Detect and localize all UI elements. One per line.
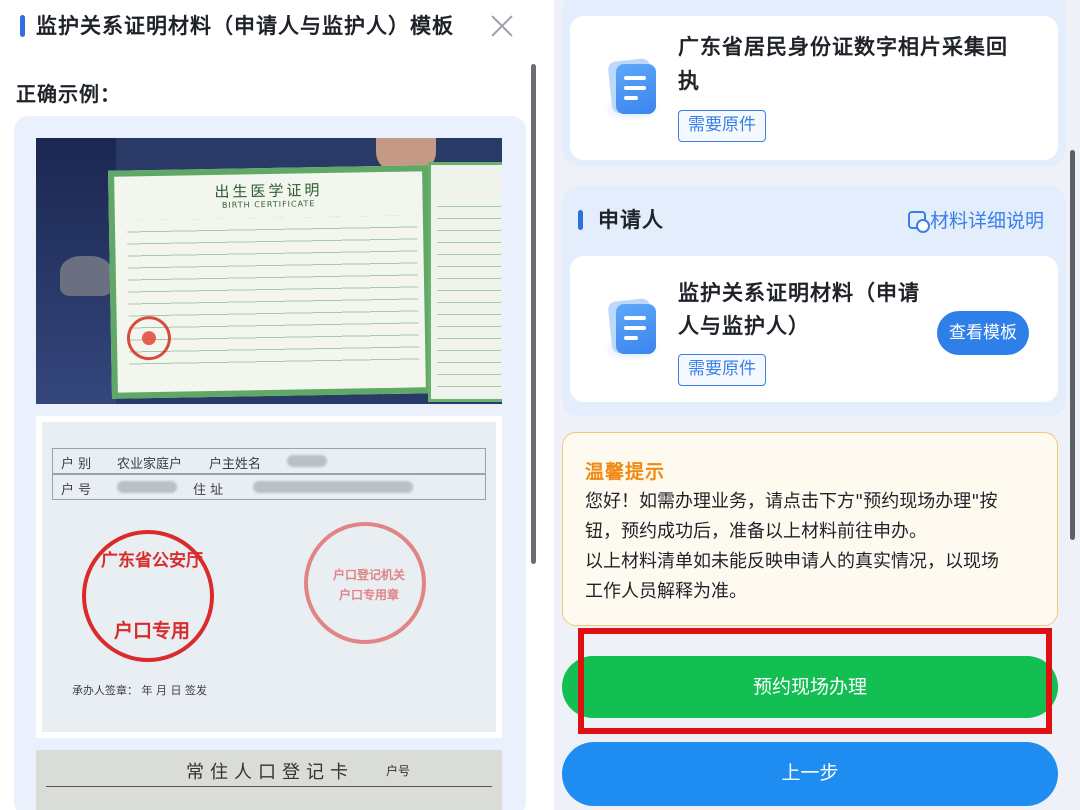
blurred-address bbox=[253, 481, 413, 493]
registration-card-number-label: 户号 bbox=[386, 764, 411, 778]
certificate-document: 出生医学证明 BIRTH CERTIFICATE bbox=[108, 165, 502, 399]
preview-header: 监护关系证明材料（申请人与监护人）模板 bbox=[0, 0, 540, 56]
left-scrollbar[interactable] bbox=[531, 64, 536, 564]
registration-card-line bbox=[46, 786, 492, 787]
hukou-footer: 承办人签章： 年 月 日 签发 bbox=[72, 684, 207, 697]
right-scrollbar[interactable] bbox=[1070, 150, 1075, 540]
preview-title: 监护关系证明材料（申请人与监护人）模板 bbox=[36, 14, 454, 38]
materials-panel: 广东省居民身份证数字相片采集回 执 需要原件 申请人 材料详细说明 监护关系证明… bbox=[554, 0, 1080, 810]
example-label: 正确示例： bbox=[16, 82, 121, 106]
certificate-lines bbox=[126, 215, 420, 371]
stamp-left-line1: 广东省公安厅 bbox=[101, 551, 203, 571]
badge-shape bbox=[60, 256, 112, 296]
hukou-label-type: 户 别 bbox=[61, 457, 92, 472]
document-icon bbox=[600, 56, 662, 122]
material-detail-link[interactable]: 材料详细说明 bbox=[908, 206, 1044, 233]
view-template-button[interactable]: 查看模板 bbox=[937, 311, 1029, 355]
hukou-row-1: 户 别 农业家庭户 户主姓名 bbox=[52, 448, 486, 474]
section-accent-bar bbox=[578, 210, 583, 230]
title-accent-bar bbox=[20, 15, 25, 37]
hukou-document: 户 别 农业家庭户 户主姓名 户 号 住 址 广东省公安厅 户口专用 户口登记机 bbox=[42, 422, 496, 732]
blurred-number bbox=[117, 481, 177, 493]
hukou-page-image: 户 别 农业家庭户 户主姓名 户 号 住 址 广东省公安厅 户口专用 户口登记机 bbox=[36, 416, 502, 738]
birth-certificate-image: 出生医学证明 BIRTH CERTIFICATE bbox=[36, 138, 502, 404]
tips-line-2: 钮，预约成功后，准备以上材料前往申办。 bbox=[585, 521, 927, 542]
tips-title: 温馨提示 bbox=[585, 461, 666, 483]
hukou-label-address: 住 址 bbox=[193, 483, 224, 498]
registration-card-title: 常住人口登记卡 bbox=[186, 762, 354, 783]
registration-office-stamp: 户口登记机关 户口专用章 bbox=[304, 522, 426, 644]
warm-tips-box: 温馨提示 您好！如需办理业务，请点击下方"预约现场办理"按 钮，预约成功后，准备… bbox=[562, 432, 1058, 626]
registration-card-image: 常住人口登记卡 户号 bbox=[36, 750, 502, 810]
provincial-police-stamp: 广东省公安厅 户口专用 bbox=[82, 530, 214, 662]
document-icon bbox=[600, 296, 662, 362]
original-required-tag: 需要原件 bbox=[678, 354, 766, 386]
certificate-stub bbox=[428, 162, 502, 402]
guardianship-title-line2: 人与监护人） bbox=[678, 314, 810, 338]
hukou-row-2: 户 号 住 址 bbox=[52, 474, 486, 500]
close-icon[interactable] bbox=[486, 10, 518, 42]
material-title-line2: 执 bbox=[678, 69, 700, 93]
applicant-section-title: 申请人 bbox=[598, 208, 664, 232]
material-title-line1: 广东省居民身份证数字相片采集回 bbox=[678, 35, 1008, 59]
material-detail-label: 材料详细说明 bbox=[930, 210, 1045, 232]
previous-step-button[interactable]: 上一步 bbox=[562, 742, 1058, 806]
blurred-name bbox=[287, 455, 327, 467]
detail-icon bbox=[908, 211, 930, 233]
tips-line-3: 以上材料清单如未能反映申请人的真实情况，以现场 bbox=[585, 551, 999, 572]
highlight-annotation-box bbox=[578, 628, 1052, 734]
hukou-label-head: 户主姓名 bbox=[209, 457, 262, 472]
stamp-right-line1: 户口登记机关 bbox=[332, 568, 405, 582]
stamp-left-line2: 户口专用 bbox=[113, 620, 190, 642]
guardianship-title-line1: 监护关系证明材料（申请 bbox=[678, 281, 920, 305]
original-required-tag: 需要原件 bbox=[678, 110, 766, 142]
stamp-right-line2: 户口专用章 bbox=[338, 588, 399, 602]
stub-lines bbox=[437, 195, 501, 395]
example-images-container[interactable]: 出生医学证明 BIRTH CERTIFICATE 户 别 农业家庭户 户主姓名 bbox=[14, 116, 526, 810]
hukou-label-number: 户 号 bbox=[61, 483, 92, 498]
tips-line-1: 您好！如需办理业务，请点击下方"预约现场办理"按 bbox=[585, 491, 998, 512]
hukou-value-type: 农业家庭户 bbox=[117, 457, 183, 472]
material-card-photo-receipt: 广东省居民身份证数字相片采集回 执 需要原件 bbox=[570, 16, 1058, 160]
panel-divider bbox=[540, 0, 554, 810]
tips-line-4: 工作人员解释为准。 bbox=[585, 581, 747, 602]
template-preview-panel: 监护关系证明材料（申请人与监护人）模板 正确示例： 出生医学证明 BIRTH C… bbox=[0, 0, 540, 810]
